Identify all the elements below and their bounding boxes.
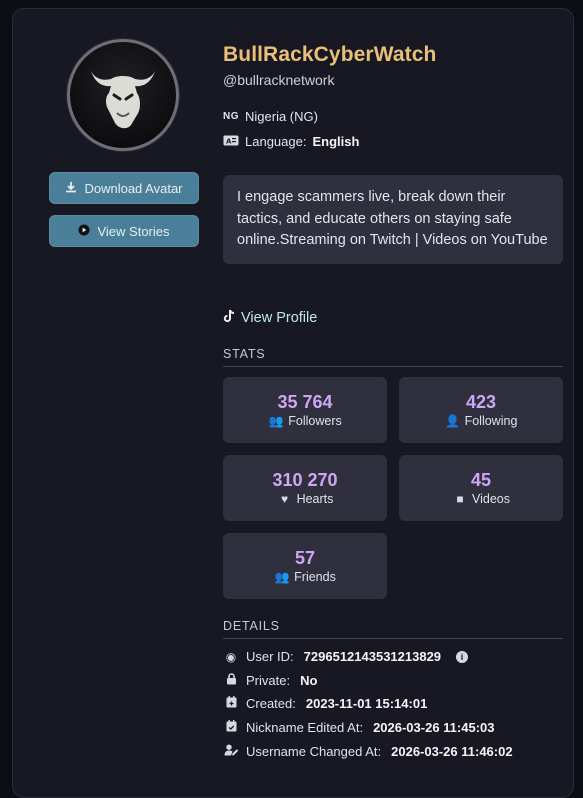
stat-hearts: 310 270 ♥ Hearts bbox=[223, 455, 387, 521]
language-value: English bbox=[312, 134, 360, 149]
detail-private: Private: No bbox=[223, 673, 317, 688]
stat-value: 45 bbox=[470, 470, 492, 490]
country: Nigeria (NG) bbox=[245, 109, 318, 124]
fingerprint-icon: ◉ bbox=[225, 649, 237, 664]
country-row: NG Nigeria (NG) bbox=[223, 109, 318, 124]
svg-text:A: A bbox=[226, 138, 232, 146]
detail-nickname-edited: Nickname Edited At: 2026-03-26 11:45:03 bbox=[223, 720, 495, 735]
stat-videos: 45 ■ Videos bbox=[399, 455, 563, 521]
language-icon: A bbox=[223, 134, 239, 149]
play-circle-icon bbox=[78, 224, 90, 239]
details-heading: DETAILS bbox=[223, 619, 563, 639]
display-name: BullRackCyberWatch bbox=[223, 43, 437, 66]
country-code: NG bbox=[223, 111, 239, 122]
lock-icon bbox=[223, 673, 239, 688]
handle: @bullracknetwork bbox=[223, 72, 335, 88]
tiktok-icon bbox=[223, 309, 235, 327]
stat-followers: 35 764 👥 Followers bbox=[223, 377, 387, 443]
language-row: A Language: English bbox=[223, 134, 359, 149]
bio: I engage scammers live, break down their… bbox=[223, 175, 563, 264]
download-avatar-button[interactable]: Download Avatar bbox=[49, 172, 199, 204]
avatar bbox=[67, 39, 179, 151]
stat-value: 423 bbox=[465, 392, 497, 412]
info-icon[interactable]: i bbox=[456, 650, 469, 663]
view-profile-link[interactable]: View Profile bbox=[223, 309, 317, 327]
bull-logo-icon bbox=[91, 71, 155, 129]
profile-card: Download Avatar View Stories BullRackCyb… bbox=[12, 8, 574, 798]
view-stories-button[interactable]: View Stories bbox=[49, 215, 199, 247]
language-label: Language: bbox=[245, 134, 307, 149]
detail-user-id: ◉ User ID: 7296512143531213829 i bbox=[223, 649, 469, 664]
detail-username-changed: Username Changed At: 2026-03-26 11:46:02 bbox=[223, 744, 513, 759]
user-friends-icon: 👥 bbox=[274, 570, 290, 584]
detail-created: Created: 2023-11-01 15:14:01 bbox=[223, 696, 427, 711]
calendar-plus-icon bbox=[223, 696, 239, 711]
video-icon: ■ bbox=[456, 492, 464, 506]
users-icon: 👥 bbox=[268, 414, 284, 428]
profile-info: BullRackCyberWatch @bullracknetwork NG N… bbox=[223, 43, 563, 759]
user-edit-icon bbox=[223, 744, 239, 759]
stats-heading: STATS bbox=[223, 347, 563, 367]
download-icon bbox=[65, 181, 77, 196]
stat-friends: 57 👥 Friends bbox=[223, 533, 387, 599]
stat-value: 35 764 bbox=[277, 392, 333, 412]
heart-icon: ♥ bbox=[281, 492, 289, 506]
stat-value: 310 270 bbox=[272, 470, 338, 490]
user-plus-icon: 👤 bbox=[445, 414, 461, 428]
calendar-check-icon bbox=[223, 720, 239, 735]
stat-following: 423 👤 Following bbox=[399, 377, 563, 443]
stat-value: 57 bbox=[294, 548, 316, 568]
